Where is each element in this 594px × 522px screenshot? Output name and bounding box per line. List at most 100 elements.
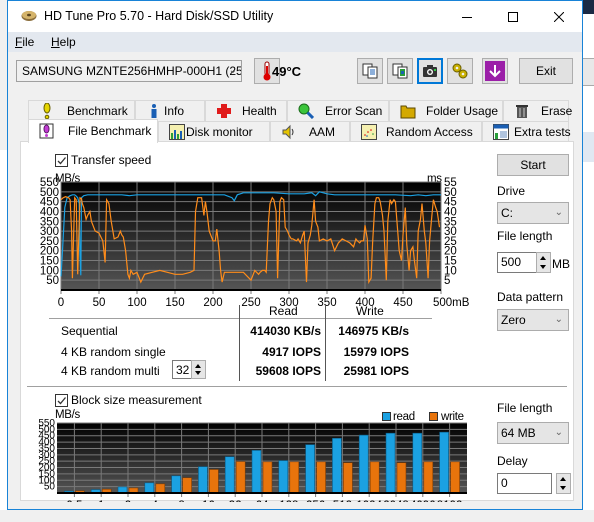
- row-sequential-write: 146975 KB/s: [338, 324, 409, 338]
- magnifier-icon: [298, 103, 314, 119]
- drive-select-value: SAMSUNG MZNTE256HMHP-000H1 (25: [22, 64, 242, 78]
- save-button[interactable]: [482, 58, 508, 84]
- transfer-x-tick: 450: [393, 297, 412, 307]
- block-size-checkbox[interactable]: [55, 394, 68, 407]
- menu-bar: File Help: [8, 32, 582, 52]
- queue-depth-input[interactable]: 32: [172, 360, 192, 379]
- thermometer-icon: [263, 61, 271, 81]
- file-length-unit: MB: [552, 257, 570, 271]
- menu-help-rest: elp: [59, 35, 76, 49]
- delay-input[interactable]: 0: [497, 473, 552, 494]
- tab-extra-tests[interactable]: Extra tests: [482, 121, 571, 142]
- background-toolbar: [582, 58, 594, 86]
- transfer-x-tick: 150: [165, 297, 184, 307]
- block-bar-write: [209, 469, 219, 494]
- disk-monitor-icon: [169, 124, 185, 140]
- tab-benchmark-label: Benchmark: [67, 104, 128, 118]
- minimize-icon: [462, 16, 472, 18]
- block-bar-read: [305, 444, 315, 494]
- transfer-x-tick: 250: [241, 297, 260, 307]
- drive-combo[interactable]: C: ⌄: [497, 202, 569, 224]
- drive-select[interactable]: SAMSUNG MZNTE256HMHP-000H1 (25 ⌄: [16, 60, 242, 82]
- block-file-length-combo[interactable]: 64 MB ⌄: [497, 422, 569, 444]
- block-x-tick: 8: [178, 500, 184, 502]
- tab-info[interactable]: Info: [135, 100, 205, 121]
- spin-down-icon: [195, 371, 201, 375]
- drive-combo-value: C:: [501, 206, 513, 220]
- data-pattern-value: Zero: [501, 313, 526, 327]
- app-window: HD Tune Pro 5.70 - Hard Disk/SSD Utility…: [7, 0, 583, 510]
- data-pattern-label: Data pattern: [497, 290, 564, 304]
- app-disk-icon: [21, 11, 37, 21]
- tab-aam[interactable]: AAM: [270, 121, 350, 142]
- block-bar-write: [316, 461, 326, 494]
- start-button[interactable]: Start: [497, 154, 569, 176]
- delay-stepper[interactable]: [556, 473, 571, 494]
- chevron-down-icon: ⌄: [554, 314, 563, 325]
- transfer-y-tick-left: 550: [40, 177, 59, 189]
- tab-erase-label: Erase: [541, 104, 573, 118]
- tab-benchmark[interactable]: Benchmark: [28, 100, 135, 121]
- block-x-tick: 4096: [410, 500, 436, 502]
- file-length-label: File length: [497, 229, 553, 243]
- tab-error-scan-label: Error Scan: [325, 104, 383, 118]
- title-bar[interactable]: HD Tune Pro 5.70 - Hard Disk/SSD Utility: [8, 1, 582, 32]
- file-length-input[interactable]: 500: [497, 252, 537, 273]
- minimize-button[interactable]: [444, 1, 490, 32]
- screenshot-button[interactable]: [417, 58, 443, 84]
- block-bar-read: [332, 437, 342, 494]
- maximize-button[interactable]: [490, 1, 536, 32]
- block-x-tick: 128: [279, 500, 298, 502]
- copy-image-button[interactable]: [387, 58, 413, 84]
- tab-error-scan[interactable]: Error Scan: [287, 100, 389, 121]
- data-pattern-combo[interactable]: Zero ⌄: [497, 309, 569, 331]
- transfer-x-tick: 0: [58, 297, 64, 307]
- block-bar-read: [412, 432, 423, 494]
- header-read: Read: [269, 304, 298, 318]
- transfer-x-tick: 200: [203, 297, 222, 307]
- tab-health[interactable]: Health: [205, 100, 287, 121]
- row-4k-multi-label: 4 KB random multi: [61, 364, 160, 378]
- menu-help[interactable]: Help: [51, 35, 76, 49]
- block-bar-write: [182, 477, 192, 494]
- block-bar-write: [343, 462, 353, 494]
- block-bar-write: [262, 461, 273, 494]
- close-button[interactable]: [536, 1, 582, 32]
- exit-button[interactable]: Exit: [519, 58, 573, 84]
- block-x-tick: 512: [333, 500, 352, 502]
- block-bar-write: [450, 461, 460, 494]
- block-x-tick: 16: [202, 500, 215, 502]
- maximize-icon: [508, 11, 518, 22]
- tab-disk-monitor[interactable]: Disk monitor: [158, 121, 270, 142]
- chevron-down-icon: ⌄: [554, 207, 563, 218]
- options-button[interactable]: [447, 58, 473, 84]
- block-bar-read: [385, 432, 396, 494]
- background-titlebar: [582, 0, 594, 14]
- window-title: HD Tune Pro 5.70 - Hard Disk/SSD Utility: [44, 9, 274, 23]
- tab-file-benchmark[interactable]: File Benchmark: [28, 119, 158, 143]
- block-size-chart: 501001502002503003504004505005500.512481…: [38, 418, 467, 502]
- tab-folder-usage[interactable]: Folder Usage: [389, 100, 503, 121]
- menu-file[interactable]: File: [15, 35, 34, 49]
- copy-text-button[interactable]: [357, 58, 383, 84]
- tab-random-access[interactable]: Random Access: [350, 121, 482, 142]
- row-4k-single-label: 4 KB random single: [61, 345, 166, 359]
- file-benchmark-panel: Transfer speed MB/s ms 50 5 100 10 150 15 200 2…: [20, 141, 574, 502]
- transfer-x-tick: 350: [317, 297, 336, 307]
- background-header: [582, 132, 594, 162]
- block-bar-write: [155, 483, 166, 494]
- block-x-tick: 32: [229, 500, 242, 502]
- block-bar-read: [198, 466, 208, 494]
- checkmark-icon: [57, 397, 66, 405]
- queue-depth-stepper[interactable]: [191, 360, 206, 379]
- header-write: Write: [356, 304, 384, 318]
- row-4k-single-write: 15979 IOPS: [343, 345, 409, 359]
- background-window-right: [582, 0, 594, 522]
- tab-erase[interactable]: Erase: [503, 100, 573, 121]
- exclamation-icon: [43, 103, 51, 119]
- block-x-tick: 8192: [437, 500, 463, 502]
- copy-text-icon: [362, 63, 378, 79]
- info-icon: [151, 104, 157, 118]
- tab-info-label: Info: [164, 104, 185, 118]
- file-length-stepper[interactable]: [536, 252, 551, 273]
